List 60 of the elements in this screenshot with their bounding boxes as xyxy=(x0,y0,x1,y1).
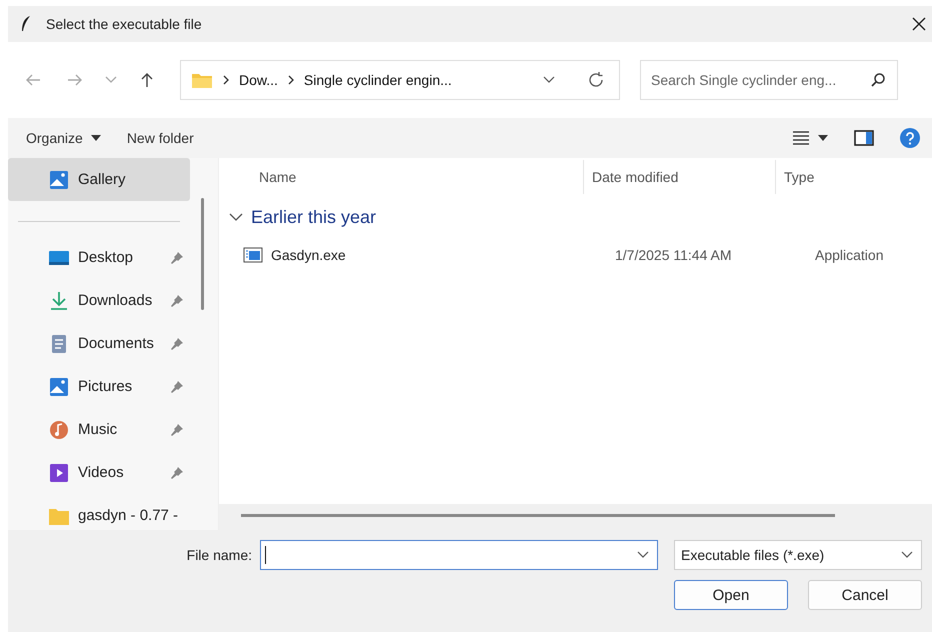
cancel-button[interactable]: Cancel xyxy=(808,580,922,610)
new-folder-button[interactable]: New folder xyxy=(120,126,200,150)
organize-menu-button[interactable]: Organize xyxy=(20,126,107,150)
sidebar-item[interactable]: Videos xyxy=(8,451,190,494)
file-name[interactable]: Gasdyn.exe xyxy=(271,247,346,263)
gallery-icon xyxy=(48,170,70,190)
caret-icon[interactable] xyxy=(90,135,101,141)
search-icon[interactable] xyxy=(870,72,886,88)
pin-icon[interactable] xyxy=(170,294,184,308)
pin-icon[interactable] xyxy=(170,422,184,436)
sidebar-item[interactable]: Downloads xyxy=(8,279,190,322)
sidebar-item[interactable]: Pictures xyxy=(8,365,190,408)
chevron-icon[interactable] xyxy=(229,213,243,221)
list-view-icon[interactable] xyxy=(792,131,810,145)
chevron-down-icon[interactable] xyxy=(901,551,913,559)
pin-icon[interactable] xyxy=(170,466,184,480)
table-cell-text: Application xyxy=(814,247,884,263)
column-header[interactable]: Date modified xyxy=(583,160,775,194)
up-arrow-icon[interactable] xyxy=(140,72,154,88)
sidebar-item[interactable]: gasdyn - 0.77 - xyxy=(8,494,190,530)
application-icon xyxy=(243,247,263,263)
breadcrumb[interactable]: Dow... xyxy=(239,72,278,88)
column-header[interactable]: Name xyxy=(219,160,583,194)
sidebar-item[interactable]: Documents xyxy=(8,322,190,365)
downloads-icon xyxy=(48,290,70,310)
chevron-icon xyxy=(288,75,294,85)
scrollbar-thumb[interactable] xyxy=(241,514,835,517)
open-button[interactable]: Open xyxy=(674,580,788,610)
pin-icon[interactable] xyxy=(170,380,184,394)
search-field[interactable]: Search Single cyclinder eng... xyxy=(640,60,898,100)
pin-icon[interactable] xyxy=(170,336,184,350)
sidebar-item[interactable]: Desktop xyxy=(8,236,190,279)
chevron-down-icon[interactable] xyxy=(637,551,649,559)
help-icon[interactable] xyxy=(900,128,920,148)
file-type-dropdown[interactable]: Executable files (*.exe) xyxy=(674,540,922,570)
column-header[interactable]: Type xyxy=(775,160,932,194)
music-icon xyxy=(48,420,70,440)
sidebar-item[interactable]: Music xyxy=(8,408,190,451)
close-icon[interactable] xyxy=(912,17,926,31)
breadcrumb[interactable]: Single cyclinder engin... xyxy=(304,72,452,88)
file-name-field[interactable] xyxy=(260,540,658,570)
scrollbar-thumb[interactable] xyxy=(201,198,204,310)
caret-icon[interactable] xyxy=(818,135,828,141)
address-bar[interactable]: Dow... Single cyclinder engin... xyxy=(180,60,620,100)
preview-pane-icon[interactable] xyxy=(854,130,874,146)
chevron-icon xyxy=(223,75,229,85)
sidebar-item[interactable]: Gallery xyxy=(8,158,190,201)
file-name-label: File name: xyxy=(186,547,252,563)
refresh-icon[interactable] xyxy=(587,71,605,89)
pictures-icon xyxy=(48,376,70,396)
folder-icon xyxy=(191,71,213,89)
pin-icon[interactable] xyxy=(170,250,184,264)
group-header[interactable]: Earlier this year xyxy=(219,196,376,238)
back-arrow-icon[interactable] xyxy=(25,73,41,87)
videos-icon xyxy=(48,462,70,482)
feather-icon xyxy=(20,15,32,33)
window-title: Select the executable file xyxy=(46,16,202,32)
forward-arrow-icon[interactable] xyxy=(67,73,83,87)
table-cell-text: 1/7/2025 11:44 AM xyxy=(614,247,732,263)
dropdown-icon[interactable] xyxy=(543,76,555,84)
